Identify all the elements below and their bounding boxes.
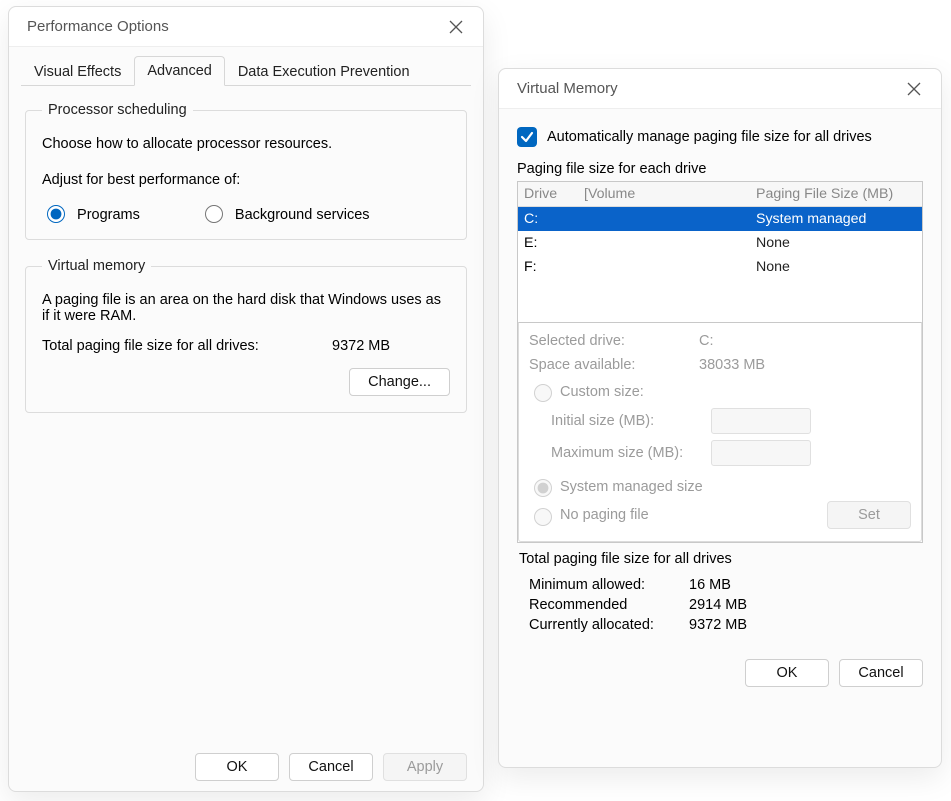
drive-letter: F: (524, 259, 584, 275)
adjust-label: Adjust for best performance of: (42, 172, 450, 188)
processor-scheduling-legend: Processor scheduling (42, 102, 193, 118)
window-title: Virtual Memory (517, 80, 618, 97)
change-button[interactable]: Change... (349, 368, 450, 396)
apply-button[interactable]: Apply (383, 753, 467, 781)
dialog-footer: OK Cancel Apply (195, 753, 467, 781)
titlebar: Virtual Memory (499, 69, 941, 109)
drive-letter: E: (524, 235, 584, 251)
selected-drive-label: Selected drive: (529, 333, 699, 349)
col-header-volume: [Volume (584, 186, 756, 202)
titlebar: Performance Options (9, 7, 483, 47)
virtual-memory-dialog: Virtual Memory Automatically manage pagi… (498, 68, 942, 768)
drive-paging-size: None (756, 235, 916, 251)
virtual-memory-desc: A paging file is an area on the hard dis… (42, 292, 450, 324)
check-icon (520, 130, 534, 144)
ok-button[interactable]: OK (745, 659, 829, 687)
min-label: Minimum allowed: (529, 577, 689, 593)
virtual-memory-group: Virtual memory A paging file is an area … (25, 258, 467, 413)
rec-value: 2914 MB (689, 597, 747, 613)
dialog-body: Automatically manage paging file size fo… (499, 109, 941, 645)
drives-list[interactable]: C: System managed E: None F: None (518, 207, 922, 323)
selected-drive-value: C: (699, 333, 714, 349)
drive-letter: C: (524, 211, 584, 227)
col-header-size: Paging File Size (MB) (756, 186, 916, 202)
drive-volume (584, 211, 756, 227)
space-available-label: Space available: (529, 357, 699, 373)
min-value: 16 MB (689, 577, 731, 593)
drive-paging-size: None (756, 259, 916, 275)
auto-manage-row[interactable]: Automatically manage paging file size fo… (517, 127, 923, 147)
initial-size-label: Initial size (MB): (551, 413, 701, 429)
total-paging-value: 9372 MB (332, 338, 390, 354)
radio-no-paging: No paging file (529, 505, 649, 526)
cancel-button[interactable]: Cancel (839, 659, 923, 687)
cur-value: 9372 MB (689, 617, 747, 633)
radio-nopaging-input (534, 508, 552, 526)
tab-panel-advanced: Processor scheduling Choose how to alloc… (9, 86, 483, 447)
radio-programs-label: Programs (77, 207, 140, 223)
processor-scheduling-group: Processor scheduling Choose how to alloc… (25, 102, 467, 240)
tab-visual-effects[interactable]: Visual Effects (21, 57, 134, 86)
total-paging-label: Total paging file size for all drives: (42, 338, 332, 354)
totals-section: Total paging file size for all drives Mi… (517, 543, 923, 633)
auto-manage-checkbox[interactable] (517, 127, 537, 147)
drive-volume (584, 235, 756, 251)
radio-background[interactable]: Background services (200, 202, 370, 223)
drive-row[interactable]: E: None (518, 231, 922, 255)
drive-paging-size: System managed (756, 211, 916, 227)
virtual-memory-legend: Virtual memory (42, 258, 151, 274)
drive-details: Selected drive: C: Space available: 3803… (518, 322, 922, 542)
tab-advanced[interactable]: Advanced (134, 56, 225, 86)
close-icon (907, 82, 921, 96)
radio-nopaging-label: No paging file (560, 507, 649, 523)
tab-dep[interactable]: Data Execution Prevention (225, 57, 423, 86)
radio-custom-label: Custom size: (560, 384, 644, 400)
radio-background-label: Background services (235, 207, 370, 223)
radio-background-input[interactable] (205, 205, 223, 223)
col-header-drive: Drive (524, 186, 584, 202)
drive-row[interactable]: C: System managed (518, 207, 922, 231)
drives-box: Drive [Volume Paging File Size (MB) C: Sy… (517, 181, 923, 543)
close-icon (449, 20, 463, 34)
performance-options-dialog: Performance Options Visual Effects Advan… (8, 6, 484, 792)
dialog-footer: OK Cancel (499, 645, 941, 687)
radio-custom-size: Custom size: (529, 381, 911, 402)
processor-scheduling-desc: Choose how to allocate processor resourc… (42, 136, 450, 152)
initial-size-input (711, 408, 811, 434)
drives-caption: Paging file size for each drive (517, 161, 923, 177)
totals-header: Total paging file size for all drives (519, 551, 921, 567)
max-size-input (711, 440, 811, 466)
set-button: Set (827, 501, 911, 529)
radio-programs[interactable]: Programs (42, 202, 140, 223)
space-available-value: 38033 MB (699, 357, 765, 373)
max-size-label: Maximum size (MB): (551, 445, 701, 461)
rec-label: Recommended (529, 597, 689, 613)
tabstrip: Visual Effects Advanced Data Execution P… (9, 47, 483, 85)
cur-label: Currently allocated: (529, 617, 689, 633)
radio-programs-input[interactable] (47, 205, 65, 223)
drive-row[interactable]: F: None (518, 255, 922, 279)
close-button[interactable] (443, 14, 469, 40)
ok-button[interactable]: OK (195, 753, 279, 781)
close-button[interactable] (901, 76, 927, 102)
cancel-button[interactable]: Cancel (289, 753, 373, 781)
drive-volume (584, 259, 756, 275)
radio-sysman-label: System managed size (560, 479, 703, 495)
drives-header: Drive [Volume Paging File Size (MB) (518, 182, 922, 207)
radio-sysman-input (534, 479, 552, 497)
window-title: Performance Options (27, 18, 169, 35)
auto-manage-label: Automatically manage paging file size fo… (547, 129, 872, 145)
radio-system-managed: System managed size (529, 476, 911, 497)
radio-custom-input (534, 384, 552, 402)
